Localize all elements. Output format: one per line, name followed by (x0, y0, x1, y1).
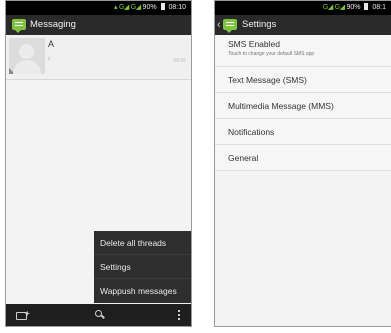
setting-subtitle: Touch to change your default SMS app (228, 51, 315, 57)
setting-text-message-sms[interactable]: Text Message (SMS) (215, 67, 391, 93)
back-chevron-icon[interactable]: ‹ (217, 15, 221, 35)
compose-icon[interactable] (12, 304, 34, 326)
page-title: Settings (242, 19, 277, 30)
setting-title: Text Message (SMS) (228, 75, 307, 85)
contact-avatar-icon[interactable] (9, 38, 45, 74)
menu-item-delete-all-threads[interactable]: Delete all threads (94, 231, 191, 255)
overflow-menu: Delete all threads Settings Wappush mess… (94, 231, 191, 303)
bottom-action-bar (6, 304, 191, 326)
action-bar: Messaging (6, 15, 191, 35)
battery-icon (364, 3, 369, 10)
menu-item-wappush-messages[interactable]: Wappush messages (94, 279, 191, 303)
battery-percent: 90% (346, 4, 361, 11)
overflow-icon[interactable] (168, 304, 190, 326)
status-time: 08:1 (372, 4, 386, 11)
menu-item-settings[interactable]: Settings (94, 255, 191, 279)
setting-title: SMS Enabled (228, 39, 280, 49)
settings-list: SMS Enabled Touch to change your default… (215, 35, 391, 171)
setting-title: Notifications (228, 127, 275, 137)
action-bar: ‹ Settings (215, 15, 391, 35)
thread-snippet: c (48, 56, 51, 62)
status-bar: ▴ G◢ G◢ 90% 08:10 (6, 1, 191, 15)
settings-screen: G◢ G◢ 90% 08:1 ‹ Settings SMS Enabled To… (214, 0, 391, 327)
setting-sms-enabled[interactable]: SMS Enabled Touch to change your default… (215, 35, 391, 67)
messaging-app-icon[interactable] (223, 19, 237, 33)
conversation-list-item[interactable]: A c 08:05 (6, 35, 191, 80)
setting-multimedia-message-mms[interactable]: Multimedia Message (MMS) (215, 93, 391, 119)
status-time: 08:10 (168, 4, 186, 11)
setting-general[interactable]: General (215, 145, 391, 171)
signal-icon: ▴ (113, 4, 118, 11)
battery-icon (160, 3, 165, 10)
setting-notifications[interactable]: Notifications (215, 119, 391, 145)
thread-contact-name: A (48, 39, 55, 49)
messaging-screen: ▴ G◢ G◢ 90% 08:10 Messaging A c 08:05 De… (5, 0, 192, 327)
search-icon[interactable] (89, 304, 111, 326)
battery-percent: 90% (142, 4, 157, 11)
page-title: Messaging (30, 19, 76, 30)
setting-title: Multimedia Message (MMS) (228, 101, 334, 111)
status-bar: G◢ G◢ 90% 08:1 (215, 1, 391, 15)
setting-title: General (228, 153, 259, 163)
thread-time: 08:05 (173, 58, 186, 64)
messaging-app-icon[interactable] (12, 19, 26, 33)
